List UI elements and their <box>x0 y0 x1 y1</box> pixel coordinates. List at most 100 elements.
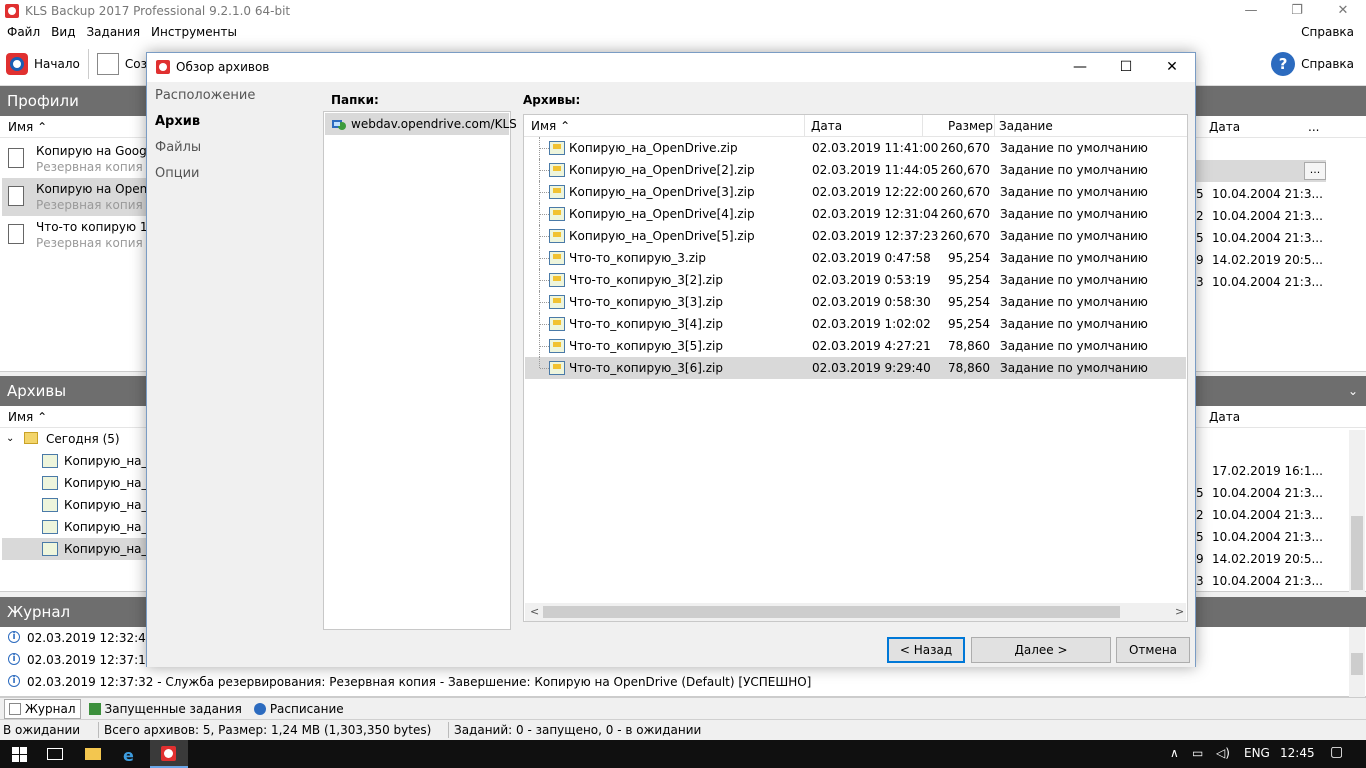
minimize-button[interactable]: — <box>1228 0 1274 22</box>
cancel-button[interactable]: Отмена <box>1116 637 1190 663</box>
nav-archive[interactable]: Архив <box>155 114 200 129</box>
nav-options[interactable]: Опции <box>155 166 199 181</box>
profile-more-button[interactable]: ... <box>1304 162 1326 180</box>
notifications-icon[interactable]: ▢ <box>1330 744 1343 760</box>
scrollbar-thumb[interactable] <box>543 606 1120 618</box>
scroll-right-arrow-icon[interactable]: > <box>1175 605 1184 618</box>
ie-taskbar-button[interactable]: e <box>112 740 150 768</box>
archive-name: Копирую_на_O <box>64 476 157 490</box>
folder-item-selected[interactable]: webdav.opendrive.com/KLS <box>325 113 517 135</box>
archive-row[interactable]: Что-то_копирую_3[5].zip 02.03.2019 4:27:2… <box>525 335 1186 357</box>
archives-col-name[interactable]: Имя ⌃ <box>8 410 47 424</box>
archive-row[interactable]: Копирую_на_OpenDrive[3].zip 02.03.2019 12… <box>525 181 1186 203</box>
home-button[interactable]: Начало <box>0 44 86 84</box>
column-size[interactable]: Размер <box>948 119 993 133</box>
archives-col-date[interactable]: Дата <box>1209 410 1240 424</box>
profile-item-selected[interactable]: Копирую на OpenDr Резервная копия <box>2 178 161 216</box>
clock[interactable]: 12:45 <box>1280 746 1315 760</box>
column-divider[interactable] <box>804 115 805 137</box>
dialog-minimize-button[interactable]: — <box>1057 53 1103 82</box>
archive-row[interactable]: Копирую_на_OpenDrive[2].zip 02.03.2019 11… <box>525 159 1186 181</box>
dialog-close-button[interactable]: ✕ <box>1149 53 1195 82</box>
column-name[interactable]: Имя ⌃ <box>531 119 570 133</box>
column-date[interactable]: Дата <box>811 119 842 133</box>
task-view-button[interactable] <box>36 740 74 768</box>
tray-overflow-icon[interactable]: ∧ <box>1170 746 1179 760</box>
tree-connector <box>539 313 549 335</box>
profile-item[interactable]: Копирую на Google Резервная копия <box>2 140 157 178</box>
archive-list-item[interactable]: Копирую_на_O <box>2 472 157 494</box>
archives-horizontal-scrollbar[interactable]: < > <box>525 603 1186 621</box>
archive-task: Задание по умолчанию <box>1000 207 1148 221</box>
help-button[interactable]: ? Справка <box>1265 44 1360 84</box>
archive-row[interactable]: Что-то_копирую_3[4].zip 02.03.2019 1:02:0… <box>525 313 1186 335</box>
profiles-col-name[interactable]: Имя ⌃ <box>8 120 47 134</box>
close-button[interactable]: ✕ <box>1320 0 1366 22</box>
archive-list-item-selected[interactable]: Копирую_на_O <box>2 538 157 560</box>
scroll-left-arrow-icon[interactable]: < <box>530 605 539 618</box>
tab-journal[interactable]: Журнал <box>4 698 81 719</box>
archive-task: Задание по умолчанию <box>1000 229 1148 243</box>
language-indicator[interactable]: ENG <box>1244 746 1270 760</box>
column-divider[interactable] <box>922 115 923 137</box>
explorer-taskbar-button[interactable] <box>74 740 112 768</box>
menu-file[interactable]: Файл <box>3 25 44 39</box>
archive-size: 95,254 <box>948 317 990 331</box>
column-task[interactable]: Задание <box>999 119 1053 133</box>
archive-row[interactable]: Что-то_копирую_3.zip 02.03.2019 0:47:58 95… <box>525 247 1186 269</box>
collapse-chevron-icon[interactable]: ⌄ <box>1348 376 1358 406</box>
archive-row-date: 10.04.2004 21:3... <box>1212 530 1323 544</box>
archive-row[interactable]: Копирую_на_OpenDrive[5].zip 02.03.2019 12… <box>525 225 1186 247</box>
tree-expand-icon[interactable]: ⌄ <box>6 433 14 444</box>
archive-task: Задание по умолчанию <box>1000 339 1148 353</box>
archives-label: Архивы: <box>523 93 581 107</box>
archive-icon <box>42 476 58 490</box>
profile-row-count: 3 <box>1196 275 1204 289</box>
archive-row[interactable]: Что-то_копирую_3[3].zip 02.03.2019 0:58:3… <box>525 291 1186 313</box>
menu-help[interactable]: Справка <box>1297 25 1358 39</box>
scrollbar-thumb[interactable] <box>1351 516 1363 590</box>
archive-list-item[interactable]: Копирую_на_O <box>2 494 157 516</box>
nav-files[interactable]: Файлы <box>155 140 201 155</box>
network-folder-icon <box>332 120 346 130</box>
profile-row-count: 5 <box>1196 187 1204 201</box>
volume-icon[interactable]: ◁) <box>1216 746 1230 760</box>
dialog-maximize-button[interactable]: ☐ <box>1103 53 1149 82</box>
profile-name: Что-то копирую 1 <box>36 220 148 234</box>
app-logo-icon <box>5 4 19 18</box>
profile-item[interactable]: Что-то копирую 1 Резервная копия <box>2 216 148 254</box>
archive-row[interactable]: Копирую_на_OpenDrive.zip 02.03.2019 11:41… <box>525 137 1186 159</box>
log-row[interactable]: i 02.03.2019 12:37:32 - Служба резервиро… <box>0 671 1366 693</box>
profile-type: Резервная копия <box>36 198 143 212</box>
profiles-col-more[interactable]: ... <box>1308 120 1319 134</box>
internet-explorer-icon: e <box>123 746 134 765</box>
profiles-col-date[interactable]: Дата <box>1209 120 1240 134</box>
menu-tasks[interactable]: Задания <box>82 25 144 39</box>
archive-list-item[interactable]: Копирую_на_O <box>2 450 157 472</box>
archive-group-label[interactable]: Сегодня (5) <box>46 432 120 446</box>
network-icon[interactable]: ▭ <box>1192 746 1203 760</box>
scrollbar-thumb[interactable] <box>1351 653 1363 675</box>
tab-running-tasks[interactable]: Запущенные задания <box>85 699 246 719</box>
archives-vertical-scrollbar[interactable] <box>1349 430 1365 592</box>
tab-journal-label: Журнал <box>25 701 76 716</box>
profile-name: Копирую на Google <box>36 144 158 158</box>
column-divider[interactable] <box>994 115 995 137</box>
maximize-button[interactable]: ❐ <box>1274 0 1320 22</box>
menu-tools[interactable]: Инструменты <box>147 25 241 39</box>
archive-list-item[interactable]: Копирую_на_O <box>2 516 157 538</box>
nav-location[interactable]: Расположение <box>155 88 255 103</box>
dialog-app-icon <box>156 60 170 74</box>
archive-file-name: Что-то_копирую_3[5].zip <box>569 339 723 353</box>
archive-row[interactable]: Копирую_на_OpenDrive[4].zip 02.03.2019 12… <box>525 203 1186 225</box>
menu-view[interactable]: Вид <box>47 25 79 39</box>
profile-row-date: 10.04.2004 21:3... <box>1212 209 1323 223</box>
archive-row-selected[interactable]: Что-то_копирую_3[6].zip 02.03.2019 9:29:4… <box>525 357 1186 379</box>
journal-vertical-scrollbar[interactable] <box>1349 627 1365 697</box>
archive-row[interactable]: Что-то_копирую_3[2].zip 02.03.2019 0:53:1… <box>525 269 1186 291</box>
start-button[interactable] <box>0 740 38 768</box>
next-button[interactable]: Далее > <box>971 637 1111 663</box>
tab-schedule[interactable]: Расписание <box>250 699 348 719</box>
back-button[interactable]: < Назад <box>887 637 965 663</box>
kls-backup-taskbar-button[interactable] <box>150 740 188 768</box>
